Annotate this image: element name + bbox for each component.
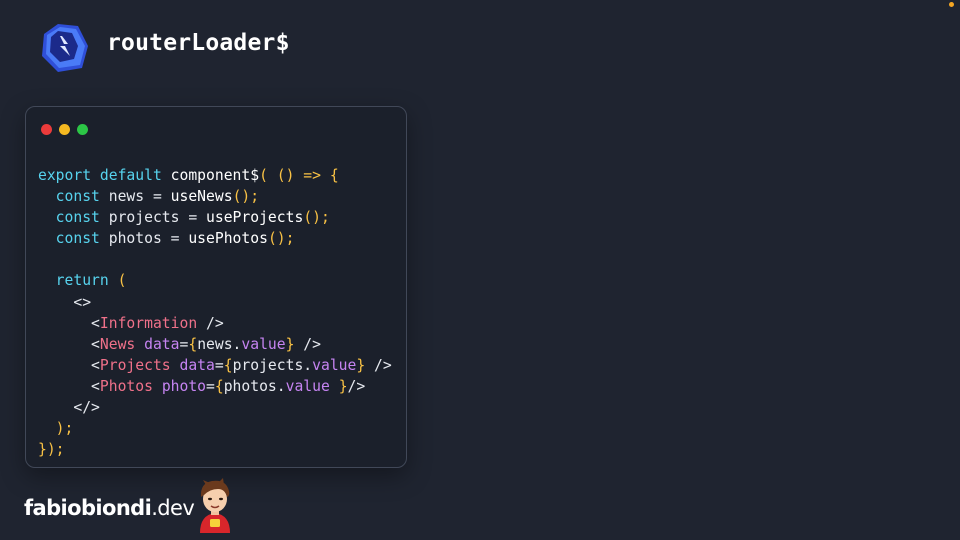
code-token: (); xyxy=(232,188,260,206)
code-line: <Information /> xyxy=(38,313,392,334)
code-token: < xyxy=(38,314,100,332)
code-token: = xyxy=(206,377,215,395)
minimize-dot-icon[interactable] xyxy=(59,124,70,135)
code-block: export default component$( () => { const… xyxy=(38,165,392,460)
code-token: { xyxy=(223,356,233,374)
code-token: { xyxy=(214,377,224,395)
code-token: < xyxy=(38,377,100,395)
brand-domain: .dev xyxy=(151,496,195,520)
code-line: <Photos photo={photos.value }/> xyxy=(38,376,392,397)
close-dot-icon[interactable] xyxy=(41,124,52,135)
code-token: (); xyxy=(303,209,330,227)
code-line: return ( xyxy=(38,270,392,291)
maximize-dot-icon[interactable] xyxy=(77,124,88,135)
code-token: const xyxy=(38,209,109,227)
code-token: < xyxy=(38,335,100,353)
code-token: usePhotos xyxy=(188,230,268,248)
code-token: projects. xyxy=(232,356,313,374)
code-token: Projects xyxy=(99,356,180,374)
code-token: data xyxy=(179,356,215,374)
code-line: const photos = usePhotos(); xyxy=(38,228,392,249)
code-token: value xyxy=(312,356,357,374)
code-token: useProjects xyxy=(206,209,304,227)
code-token: photo xyxy=(161,377,207,395)
code-token: value xyxy=(285,377,339,395)
code-token: Photos xyxy=(99,377,162,395)
code-token: ( xyxy=(117,272,127,290)
code-token: /> xyxy=(365,356,392,374)
code-line: const projects = useProjects(); xyxy=(38,207,392,228)
code-token: const xyxy=(38,188,109,206)
code-token: { xyxy=(188,335,198,353)
code-token: } xyxy=(338,377,348,395)
code-token: return xyxy=(38,272,118,290)
code-token: ); xyxy=(38,420,74,438)
window-controls xyxy=(41,124,88,135)
code-token: <> xyxy=(38,293,92,311)
code-token: </> xyxy=(38,399,100,417)
code-token: component$ xyxy=(170,167,260,184)
code-token: projects = xyxy=(108,209,207,227)
code-token: news. xyxy=(197,335,242,353)
code-token: photos = xyxy=(108,230,189,248)
code-line: ); xyxy=(38,418,392,439)
code-token: photos. xyxy=(223,377,286,395)
code-token: news = xyxy=(108,188,171,206)
code-token: < xyxy=(38,356,100,374)
code-token: value xyxy=(241,335,286,353)
qwik-logo-icon xyxy=(42,24,88,72)
code-line: export default component$( () => { xyxy=(38,165,392,186)
code-token: } xyxy=(356,356,366,374)
code-token: ( () => { xyxy=(259,167,339,184)
status-dot xyxy=(949,2,954,7)
page-title: routerLoader$ xyxy=(107,30,290,56)
code-token: /> xyxy=(347,377,366,395)
code-token: const xyxy=(38,230,109,248)
code-token: data xyxy=(144,335,180,353)
code-line: }); xyxy=(38,439,392,460)
code-token: /> xyxy=(294,335,321,353)
code-token: Information xyxy=(99,314,198,332)
code-line: <Projects data={projects.value} /> xyxy=(38,355,392,376)
code-token: = xyxy=(214,356,224,374)
code-line: const news = useNews(); xyxy=(38,186,392,207)
code-token: /> xyxy=(197,314,224,332)
brand-wordmark: fabiobiondi.dev xyxy=(24,496,195,520)
code-token: export default xyxy=(38,167,171,184)
code-window: export default component$( () => { const… xyxy=(25,106,407,468)
code-token: News xyxy=(99,335,145,353)
brand-name: fabiobiondi xyxy=(24,496,152,520)
code-line: <> xyxy=(38,292,392,313)
code-token: }); xyxy=(38,441,65,459)
code-token: useNews xyxy=(170,188,233,206)
code-line: </> xyxy=(38,397,392,418)
code-line: <News data={news.value} /> xyxy=(38,334,392,355)
code-token: (); xyxy=(267,230,295,248)
mascot-avatar-icon xyxy=(200,478,230,533)
